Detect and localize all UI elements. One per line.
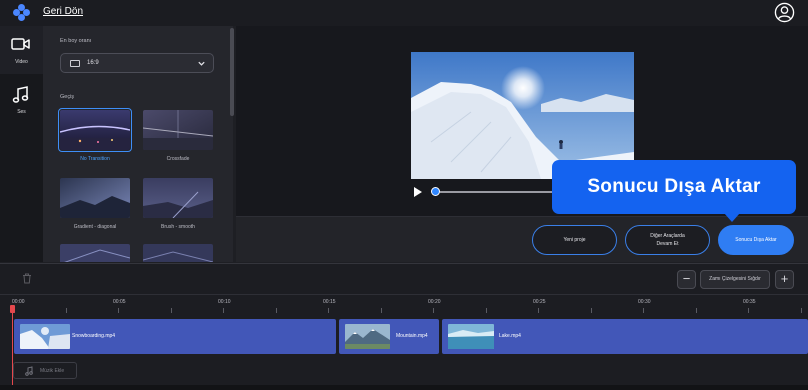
tick <box>171 308 172 313</box>
add-music-button[interactable]: Müzik Ekle <box>13 362 77 379</box>
progress-handle[interactable] <box>431 187 440 196</box>
timeline: − Zamı Çizelgesini Sığdır + 00:00 00:05 … <box>0 263 808 390</box>
trash-icon[interactable] <box>22 273 32 284</box>
callout-pointer <box>724 213 740 222</box>
tick <box>223 308 224 313</box>
new-project-label: Yeni proje <box>563 237 586 243</box>
tick <box>538 308 539 313</box>
clip-name: Mountain.mp4 <box>396 333 428 339</box>
transition-brush-smooth[interactable] <box>143 178 213 218</box>
timeline-clip[interactable]: Lake.mp4 <box>442 319 808 354</box>
transition-thumbnail <box>143 110 213 150</box>
continue-label-line2: Devam Et <box>656 241 679 247</box>
playhead-handle[interactable] <box>10 305 15 313</box>
tick <box>276 308 277 313</box>
tick <box>66 308 67 313</box>
tick <box>643 308 644 313</box>
video-camera-icon <box>11 38 30 50</box>
timeline-clip[interactable]: Mountain.mp4 <box>339 319 439 354</box>
transition-label: Gradient - diagonal <box>73 224 117 230</box>
rail-item-video[interactable]: Video <box>0 26 43 74</box>
transition-label: Crossfade <box>166 156 190 162</box>
tick-label: 00:15 <box>323 299 336 305</box>
back-link[interactable]: Geri Dön <box>43 6 83 17</box>
add-music-label: Müzik Ekle <box>40 368 65 374</box>
transition-label: Brush - smooth <box>161 224 195 230</box>
transition-crossfade[interactable] <box>143 110 213 150</box>
transition-thumbnail <box>60 244 130 262</box>
transition-thumbnail <box>143 178 213 218</box>
tick <box>748 308 749 313</box>
tick-label: 00:35 <box>743 299 756 305</box>
transition-thumbnail <box>60 178 130 218</box>
clip-thumbnail <box>345 324 390 349</box>
continue-label-line1: Diğer Araçlarda <box>650 233 685 239</box>
export-button[interactable]: Sonucu Dışa Aktar <box>718 225 794 255</box>
rail-label-audio: Ses <box>17 109 26 115</box>
clip-thumbnail <box>20 324 70 349</box>
export-label: Sonucu Dışa Aktar <box>735 237 777 243</box>
aspect-ratio-value: 16:9 <box>87 60 99 66</box>
play-icon[interactable] <box>413 186 423 198</box>
tick <box>433 308 434 313</box>
music-note-icon <box>25 366 33 376</box>
transition-item[interactable] <box>143 244 213 262</box>
tick <box>801 308 802 313</box>
tick <box>328 308 329 313</box>
clip-name: Lake.mp4 <box>499 333 521 339</box>
aspect-ratio-select[interactable]: 16:9 <box>60 53 214 73</box>
clip-thumbnail <box>448 324 494 349</box>
transition-thumbnail <box>143 244 213 262</box>
rail-item-audio[interactable]: Ses <box>0 76 43 124</box>
tick <box>696 308 697 313</box>
tick <box>381 308 382 313</box>
zoom-in-button[interactable]: + <box>775 270 794 289</box>
transition-item[interactable] <box>60 244 130 262</box>
transition-no-transition[interactable] <box>58 108 132 152</box>
clip-name: Snowboarding.mp4 <box>72 333 116 339</box>
tick <box>591 308 592 313</box>
timeline-ruler[interactable]: 00:00 00:05 00:10 00:15 00:20 00:25 00:3… <box>0 294 808 316</box>
tick-label: 00:25 <box>533 299 546 305</box>
bottom-scrollbar[interactable] <box>0 385 808 390</box>
screen-ratio-icon <box>70 60 80 67</box>
settings-panel: En boy oranı 16:9 Geçiş No Transition Cr… <box>43 26 233 262</box>
continue-other-tools-button[interactable]: Diğer Araçlarda Devam Et <box>625 225 710 255</box>
timeline-toolbar: − Zamı Çizelgesini Sığdır + <box>0 264 808 294</box>
panel-scrollbar[interactable] <box>230 28 234 116</box>
tick-label: 00:05 <box>113 299 126 305</box>
tick <box>486 308 487 313</box>
zoom-out-button[interactable]: − <box>677 270 696 289</box>
aspect-ratio-label: En boy oranı <box>60 38 92 44</box>
rail-label-video: Video <box>15 59 28 65</box>
user-account-icon[interactable] <box>774 2 795 23</box>
transition-thumbnail <box>60 110 130 150</box>
top-bar: Geri Dön <box>0 0 808 26</box>
new-project-button[interactable]: Yeni proje <box>532 225 617 255</box>
transition-label: No Transition <box>80 156 110 162</box>
chevron-down-icon <box>198 61 205 66</box>
tick-label: 00:20 <box>428 299 441 305</box>
transition-gradient-diagonal[interactable] <box>60 178 130 218</box>
timeline-clip[interactable]: Snowboarding.mp4 <box>14 319 336 354</box>
left-rail: Video Ses <box>0 26 43 262</box>
tick-label: 00:10 <box>218 299 231 305</box>
export-callout: Sonucu Dışa Aktar <box>552 160 796 214</box>
tick-label: 00:30 <box>638 299 651 305</box>
music-note-icon <box>12 86 29 103</box>
app-logo <box>13 4 31 22</box>
fit-timeline-button[interactable]: Zamı Çizelgesini Sığdır <box>700 270 770 289</box>
tick <box>118 308 119 313</box>
progress-track[interactable] <box>440 191 555 193</box>
transitions-label: Geçiş <box>60 94 75 100</box>
